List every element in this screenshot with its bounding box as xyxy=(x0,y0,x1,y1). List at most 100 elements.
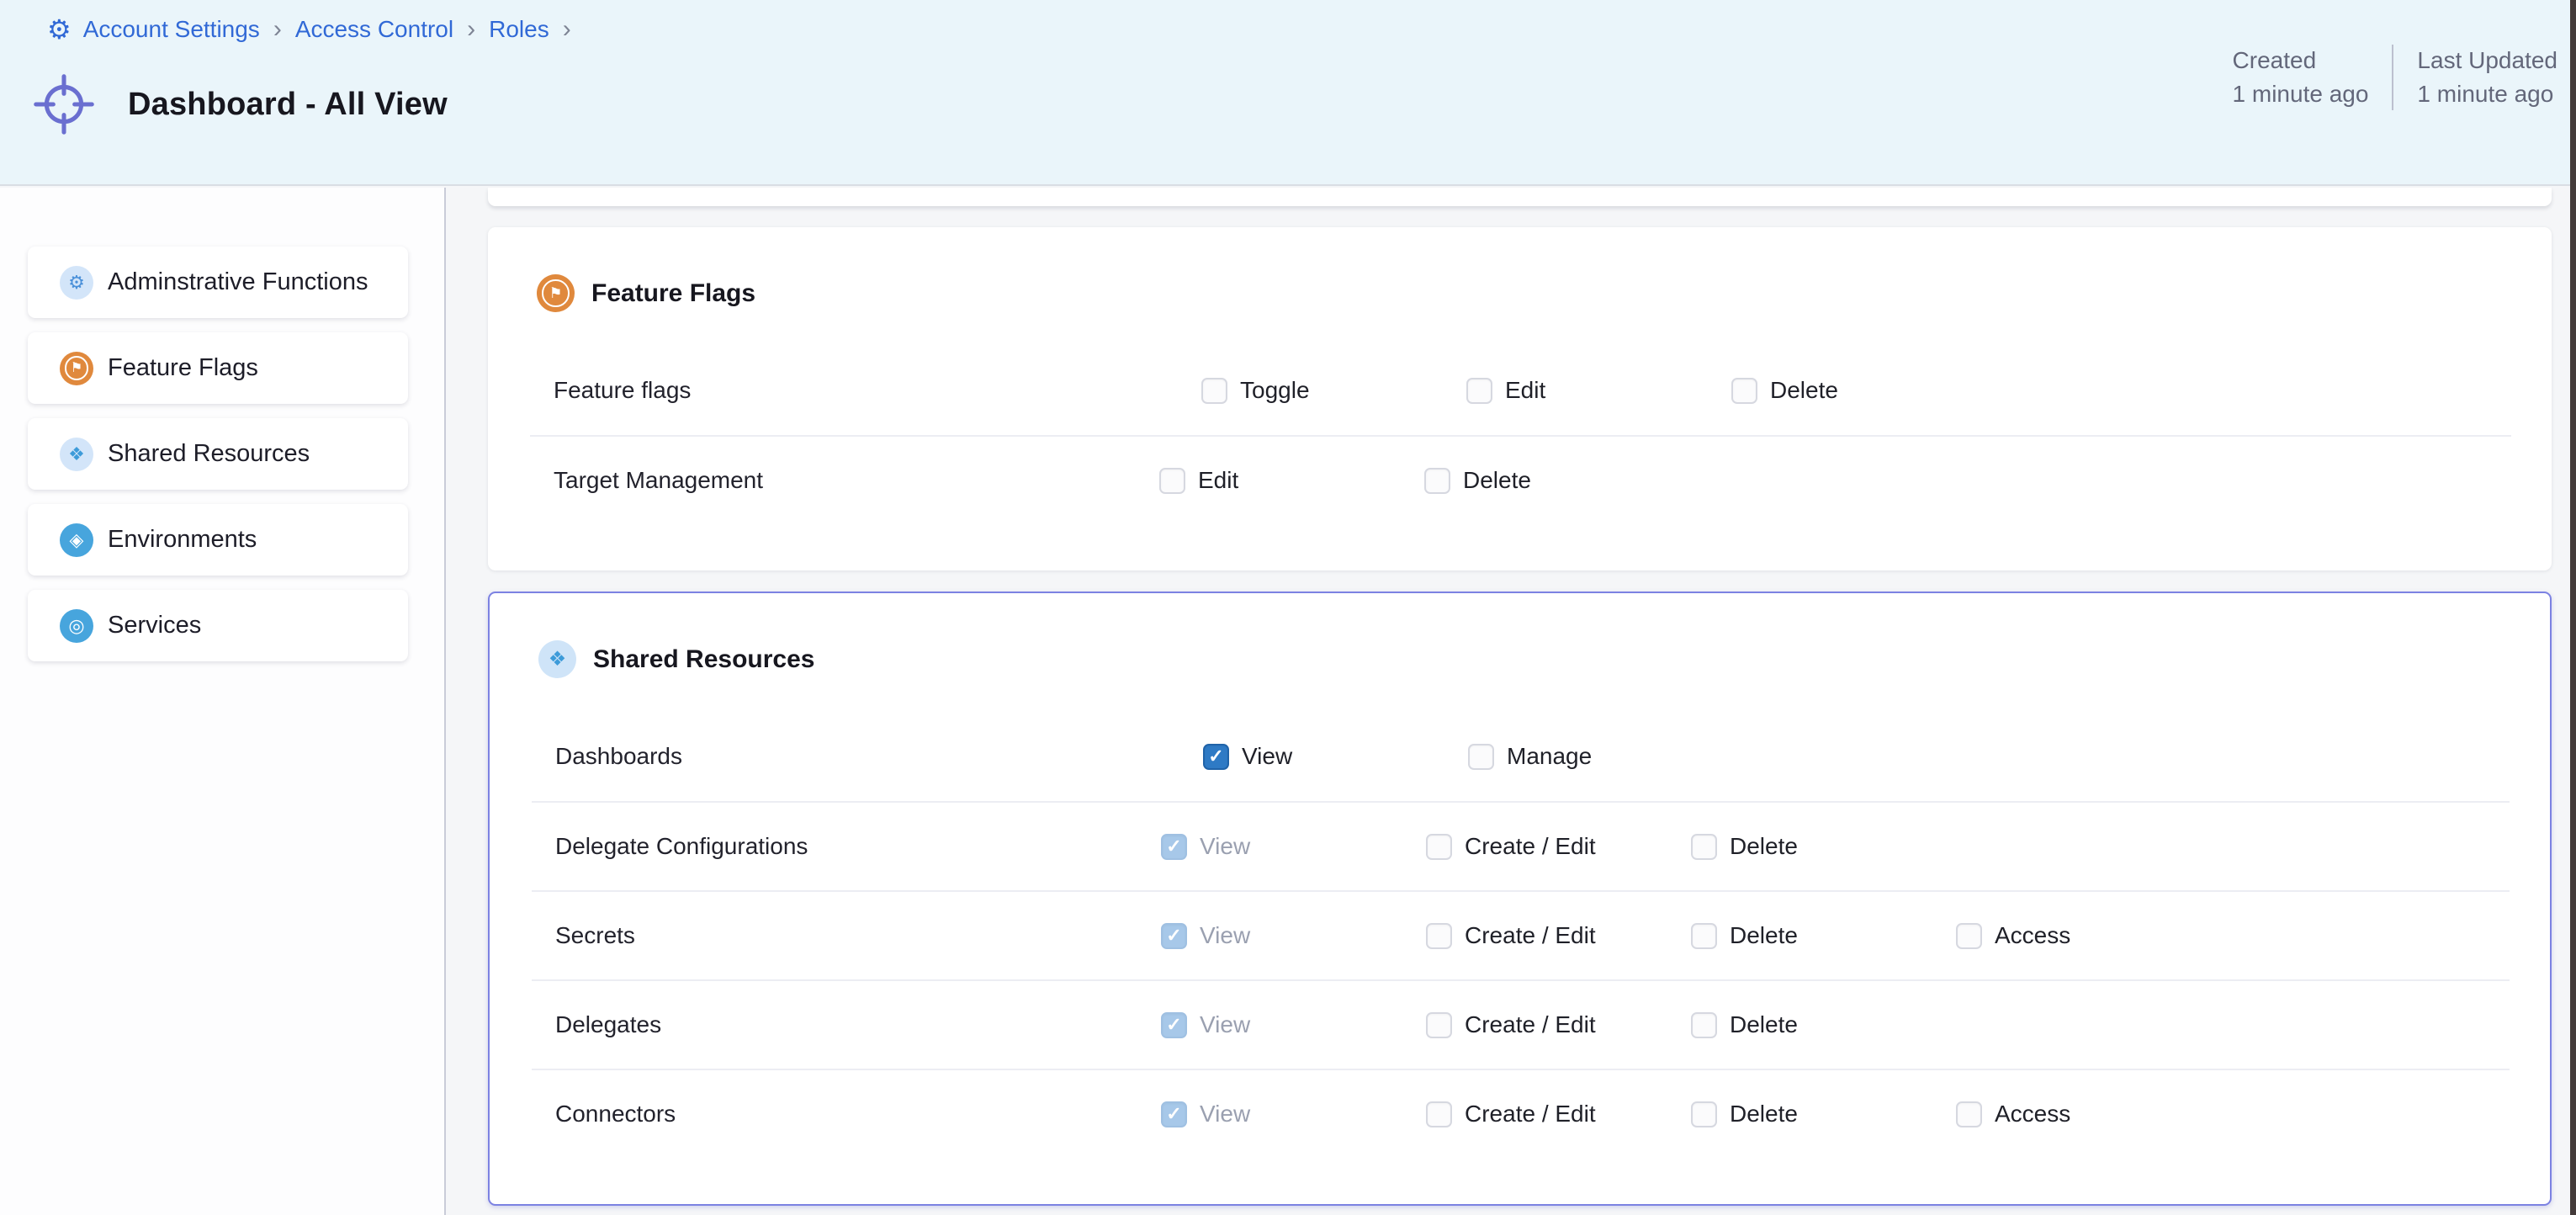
permission-label: Create / Edit xyxy=(1465,833,1596,860)
section-title: Shared Resources xyxy=(593,645,814,674)
permission-label: Create / Edit xyxy=(1465,1101,1596,1127)
resource-label: Secrets xyxy=(555,922,1161,949)
permission-checkbox: ✓ xyxy=(1161,923,1187,949)
permission-label: Create / Edit xyxy=(1465,1011,1596,1038)
permission-label: View xyxy=(1242,743,1292,770)
section-card-feature-flags: ⚑ Feature Flags Feature flags Toggle Edi… xyxy=(488,227,2552,570)
permission-row: Target Management Edit Delete xyxy=(530,435,2511,524)
permission-checkbox[interactable] xyxy=(1731,378,1757,404)
permission-cell: Create / Edit xyxy=(1426,1101,1691,1127)
created-label: Created xyxy=(2233,44,2369,77)
breadcrumb-link[interactable]: Account Settings xyxy=(83,16,260,43)
permission-cell: Edit xyxy=(1466,377,1731,404)
permission-checkbox: ✓ xyxy=(1161,1012,1187,1038)
scrollbar-track[interactable] xyxy=(2570,0,2576,1215)
environments-icon: ◈ xyxy=(60,523,93,557)
permission-checkbox[interactable] xyxy=(1201,378,1227,404)
last-updated-label: Last Updated xyxy=(2417,44,2557,77)
permission-row: Delegate Configurations ✓ View Create / … xyxy=(532,801,2510,890)
services-icon: ◎ xyxy=(60,609,93,643)
title-row: Dashboard - All View xyxy=(32,72,448,136)
breadcrumb-link[interactable]: Roles xyxy=(489,16,549,43)
chevron-right-icon: › xyxy=(272,15,284,44)
permission-label: View xyxy=(1200,833,1250,860)
section-header: ❖ Shared Resources xyxy=(490,593,2550,678)
page-header: ⚙ Account Settings›Access Control›Roles›… xyxy=(0,0,2576,186)
permission-checkbox[interactable] xyxy=(1956,1101,1982,1127)
icon-glyph: ⚑ xyxy=(71,362,82,375)
last-updated-value: 1 minute ago xyxy=(2417,77,2557,111)
permission-label: Delete xyxy=(1730,833,1798,860)
permission-cell: Create / Edit xyxy=(1426,922,1691,949)
permission-label: Delete xyxy=(1463,467,1531,494)
section-card-shared-resources: ❖ Shared Resources Dashboards ✓ View Man… xyxy=(488,592,2552,1206)
permission-checkbox[interactable] xyxy=(1691,1012,1717,1038)
icon-ring: ⚑ xyxy=(65,356,89,380)
permission-checkbox[interactable] xyxy=(1426,1012,1452,1038)
gear-icon: ⚙ xyxy=(60,266,93,300)
permission-cell: Delete xyxy=(1691,833,1956,860)
permission-label: Delete xyxy=(1730,1101,1798,1127)
permission-checkbox[interactable] xyxy=(1468,744,1494,770)
permission-checkbox[interactable] xyxy=(1426,834,1452,860)
permission-label: Access xyxy=(1995,922,2070,949)
resource-label: Delegate Configurations xyxy=(555,833,1161,860)
sidebar-item-label: Feature Flags xyxy=(108,354,258,382)
permission-label: Delete xyxy=(1730,1011,1798,1038)
meta-divider xyxy=(2392,45,2393,110)
resource-group-sidebar: ⚙ Adminstrative Functions ⚑ Feature Flag… xyxy=(0,188,446,1215)
sidebar-item-label: Environments xyxy=(108,526,257,554)
resource-label: Feature flags xyxy=(554,377,1201,404)
permission-label: Create / Edit xyxy=(1465,922,1596,949)
permission-cell: ✓ View xyxy=(1161,922,1426,949)
permission-checkbox[interactable] xyxy=(1691,834,1717,860)
sidebar-item-services[interactable]: ◎ Services xyxy=(28,590,408,661)
permission-row: Secrets ✓ View Create / Edit Delete Acce… xyxy=(532,890,2510,979)
permission-label: Manage xyxy=(1507,743,1592,770)
permission-cell: Delete xyxy=(1691,1011,1956,1038)
previous-card-edge xyxy=(488,188,2552,206)
page-title: Dashboard - All View xyxy=(128,87,448,123)
icon-ring: ⚑ xyxy=(542,279,569,306)
permission-cell: Delete xyxy=(1691,922,1956,949)
permission-cell: ✓ View xyxy=(1203,743,1468,770)
sidebar-item-environments[interactable]: ◈ Environments xyxy=(28,504,408,576)
permission-cell: Delete xyxy=(1424,467,1689,494)
shared-resources-icon: ❖ xyxy=(60,438,93,471)
sidebar-item-shared-resources[interactable]: ❖ Shared Resources xyxy=(28,418,408,490)
permission-cell: Manage xyxy=(1468,743,1733,770)
permission-label: Delete xyxy=(1770,377,1838,404)
permission-checkbox[interactable] xyxy=(1691,923,1717,949)
permission-row: Feature flags Toggle Edit Delete xyxy=(488,346,2552,435)
permission-checkbox[interactable] xyxy=(1424,468,1450,494)
permission-checkbox[interactable] xyxy=(1691,1101,1717,1127)
resource-label: Connectors xyxy=(555,1101,1161,1127)
breadcrumb-link[interactable]: Access Control xyxy=(295,16,453,43)
permission-label: Edit xyxy=(1198,467,1238,494)
flag-icon: ⚑ xyxy=(537,274,575,312)
meta-block: Created 1 minute ago Last Updated 1 minu… xyxy=(2233,44,2557,111)
permission-label: Toggle xyxy=(1240,377,1310,404)
sidebar-item-feature-flags[interactable]: ⚑ Feature Flags xyxy=(28,332,408,404)
sidebar-item-adminstrative-functions[interactable]: ⚙ Adminstrative Functions xyxy=(28,247,408,318)
permission-checkbox[interactable] xyxy=(1466,378,1492,404)
resource-label: Delegates xyxy=(555,1011,1161,1038)
permission-checkbox[interactable]: ✓ xyxy=(1203,744,1229,770)
created-value: 1 minute ago xyxy=(2233,77,2369,111)
permission-row: Connectors ✓ View Create / Edit Delete A… xyxy=(532,1069,2510,1158)
permission-cell: Delete xyxy=(1731,377,1996,404)
permission-cell: Delete xyxy=(1691,1101,1956,1127)
permission-checkbox[interactable] xyxy=(1159,468,1185,494)
sidebar-item-label: Services xyxy=(108,612,201,639)
permission-cell: Create / Edit xyxy=(1426,833,1691,860)
permission-cell: Access xyxy=(1956,1101,2221,1127)
permission-checkbox[interactable] xyxy=(1956,923,1982,949)
permission-checkbox[interactable] xyxy=(1426,1101,1452,1127)
permission-checkbox[interactable] xyxy=(1426,923,1452,949)
permissions-panel: ⚑ Feature Flags Feature flags Toggle Edi… xyxy=(446,188,2576,1215)
role-crosshair-icon xyxy=(32,72,96,136)
permission-label: Access xyxy=(1995,1101,2070,1127)
section-title: Feature Flags xyxy=(591,279,755,308)
permission-cell: Toggle xyxy=(1201,377,1466,404)
permission-label: View xyxy=(1200,922,1250,949)
